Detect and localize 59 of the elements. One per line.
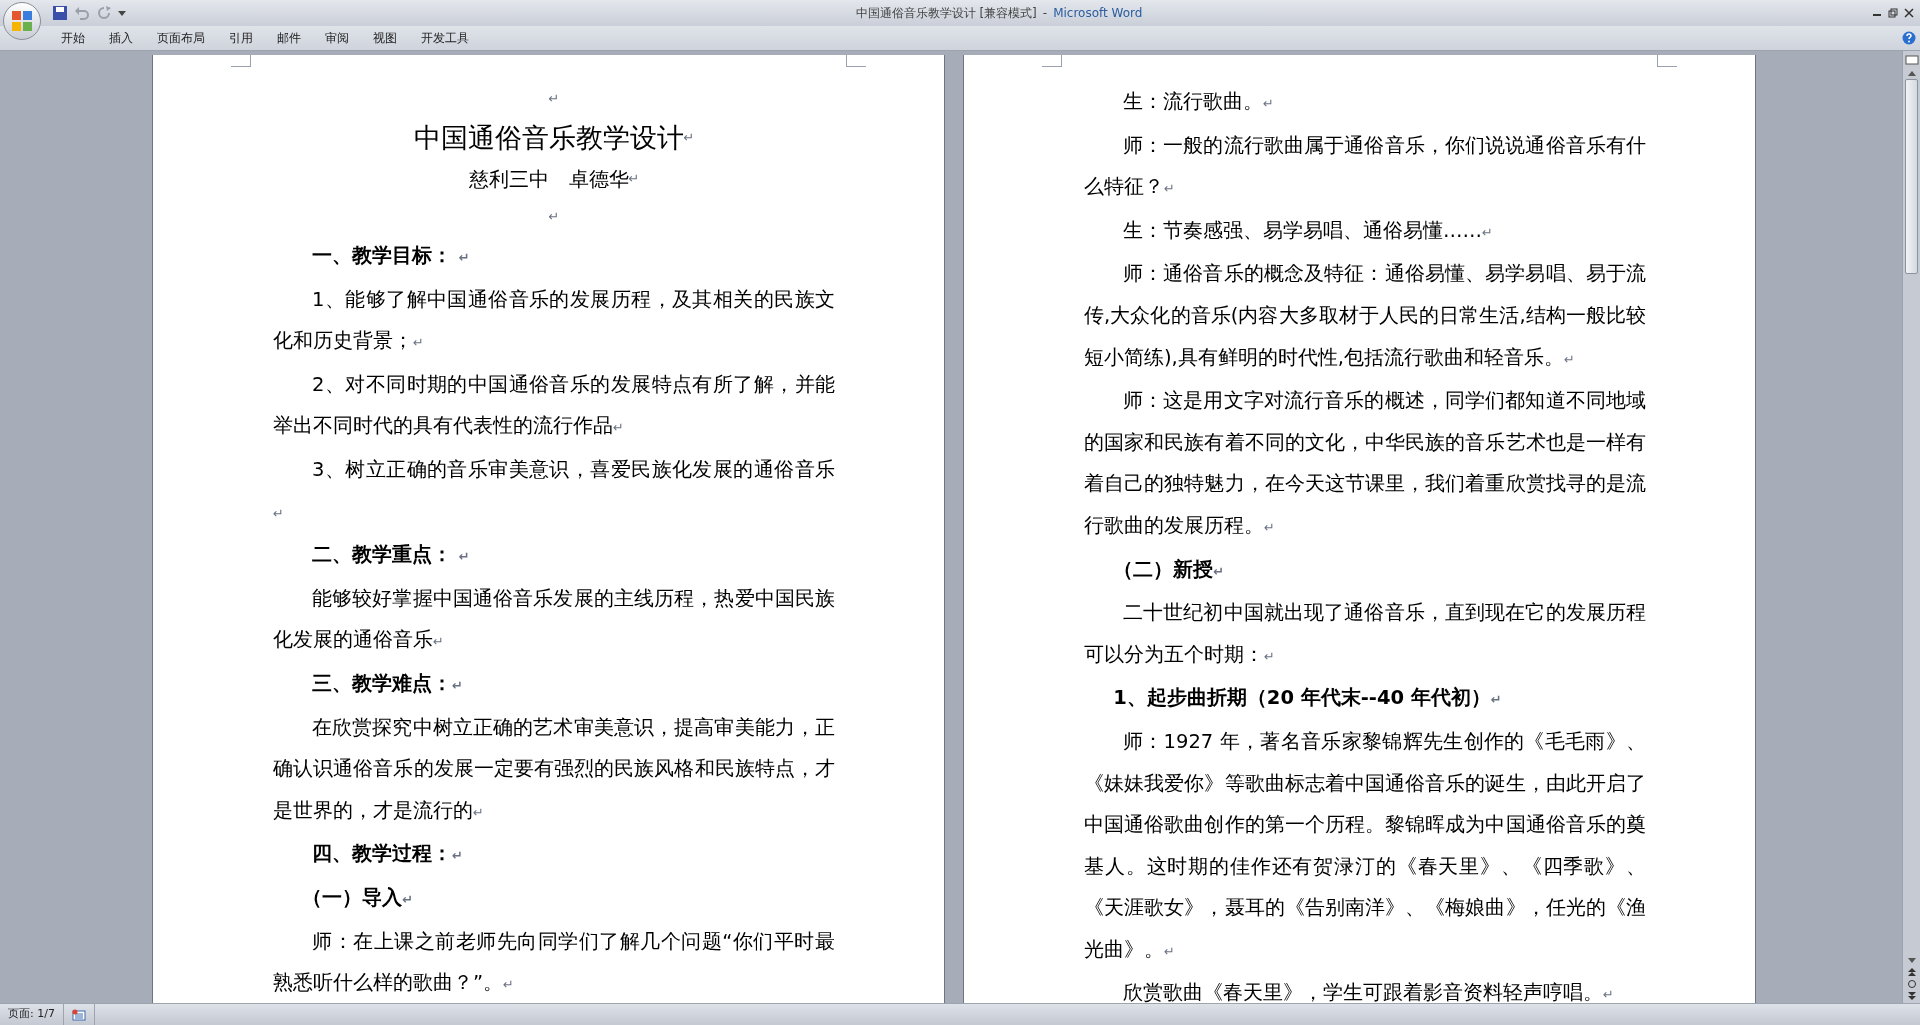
ruler-icon[interactable] — [1904, 53, 1919, 67]
office-logo-icon — [11, 10, 33, 32]
body-paragraph: 师：通俗音乐的概念及特征：通俗易懂、易学易唱、易于流传,大众化的音乐(内容大多取材于人民的日常生活,结构一般比较短小简练),具有鲜明的时代性,包括流行歌曲和轻音乐。↵ — [1084, 261, 1646, 371]
scroll-down-icon[interactable] — [1906, 957, 1917, 965]
vertical-scrollbar[interactable] — [1902, 51, 1920, 1003]
body-paragraph: 师：1927 年，著名音乐家黎锦辉先生创作的《毛毛雨》、《妹妹我爱你》等歌曲标志着中国通俗音乐的诞生，由此开启了中国通俗歌曲创作的第一个历程。黎锦晖成为中国通俗音乐的奠基人。这时期的佳作还有贺渌汀的《春天里》、《四季歌》、《天涯歌女》，聂耳的《告别南洋》、《梅娘曲》，任光的《渔光曲》。↵ — [1084, 728, 1646, 963]
corner-mark — [1657, 55, 1677, 67]
body-paragraph: 在欣赏探究中树立正确的艺术审美意识，提高审美能力，正确认识通俗音乐的发展一定要有强烈的民族风格和民族特点，才是世界的，才是流行的↵ — [273, 714, 835, 824]
save-icon[interactable] — [52, 5, 68, 21]
section-heading: 1、起步曲折期（20 年代末--40 年代初）↵ — [1112, 685, 1503, 712]
window-title: 中国通俗音乐教学设计 [兼容模式] — [855, 5, 1037, 22]
ribbon-tab[interactable]: 页面布局 — [146, 27, 216, 49]
ribbon-tab[interactable]: 审阅 — [314, 27, 360, 49]
body-paragraph: 1、能够了解中国通俗音乐的发展历程，及其相关的民族文化和历史背景；↵ — [273, 286, 835, 355]
body-paragraph: 3、树立正确的音乐审美意识，喜爱民族化发展的通俗音乐 ↵ — [273, 456, 835, 523]
section-heading: 一、教学目标： ↵ — [311, 243, 471, 269]
body-paragraph: 生：流行歌曲。↵ — [1122, 89, 1275, 115]
title-separator: - — [1042, 5, 1048, 22]
browse-object-icon[interactable] — [1906, 979, 1917, 989]
document-title: 中国通俗音乐教学设计 — [413, 120, 684, 155]
app-name: Microsoft Word — [1053, 5, 1143, 22]
paragraph-mark: ↵ — [683, 130, 695, 146]
body-paragraph: 能够较好掌握中国通俗音乐发展的主线历程，热爱中国民族化发展的通俗音乐↵ — [273, 585, 835, 654]
body-paragraph: 师：在上课之前老师先向同学们了解几个问题“你们平时最熟悉听什么样的歌曲？”。↵ — [273, 928, 835, 997]
customize-toolbar-icon[interactable] — [118, 9, 126, 17]
body-paragraph: 师：这是用文字对流行音乐的概述，同学们都知道不同地域的国家和民族有着不同的文化，中华民族的音乐艺术也是一样有着自己的独特魅力，在今天这节课里，我们着重欣赏找寻的是流行歌曲的发展历程。↵ — [1084, 388, 1646, 539]
macro-record-icon[interactable] — [71, 1008, 86, 1021]
ribbon-tab[interactable]: 引用 — [218, 27, 264, 49]
scroll-up-icon[interactable] — [1906, 69, 1917, 77]
previous-page-icon[interactable] — [1906, 967, 1917, 977]
author-line: 慈利三中 卓德华 — [468, 166, 629, 193]
help-icon[interactable] — [1902, 31, 1916, 45]
ribbon-tab[interactable]: 邮件 — [266, 27, 312, 49]
restore-icon[interactable] — [1888, 8, 1898, 18]
paragraph-mark: ↵ — [628, 171, 640, 187]
body-paragraph: 生：节奏感强、易学易唱、通俗易懂……↵ — [1122, 217, 1494, 244]
section-heading: 四、教学过程：↵ — [311, 841, 464, 868]
section-heading: （二）新授↵ — [1112, 556, 1226, 583]
ribbon-tab[interactable]: 开始 — [50, 27, 96, 49]
section-heading: 三、教学难点：↵ — [311, 670, 464, 697]
section-heading: 二、教学重点： ↵ — [311, 542, 471, 569]
section-heading: （一）导入↵ — [301, 884, 415, 911]
body-paragraph: 欣赏歌曲《春天里》，学生可跟着影音资料轻声哼唱。↵ — [1122, 980, 1615, 1003]
paragraph-mark: ↵ — [548, 90, 560, 109]
scroll-thumb[interactable] — [1905, 79, 1918, 274]
body-paragraph: 2、对不同时期的中国通俗音乐的发展特点有所了解，并能举出不同时代的具有代表性的流行作品↵ — [273, 371, 835, 440]
page-count[interactable]: 页面: 1/7 — [0, 1004, 64, 1025]
body-paragraph: 二十世纪初中国就出现了通俗音乐，直到现在它的发展历程可以分为五个时期：↵ — [1084, 600, 1646, 668]
next-page-icon[interactable] — [1906, 991, 1917, 1001]
ribbon-tab[interactable]: 视图 — [362, 27, 408, 49]
ribbon-tab[interactable]: 插入 — [98, 27, 144, 49]
corner-mark — [1042, 55, 1062, 67]
close-icon[interactable] — [1904, 8, 1914, 18]
corner-mark — [846, 55, 866, 67]
paragraph-mark: ↵ — [548, 208, 560, 227]
corner-mark — [231, 55, 251, 67]
ribbon-tab[interactable]: 开发工具 — [410, 27, 480, 49]
office-button[interactable] — [3, 2, 41, 40]
body-paragraph: 师：一般的流行歌曲属于通俗音乐，你们说说通俗音乐有什么特征？↵ — [1084, 132, 1646, 201]
